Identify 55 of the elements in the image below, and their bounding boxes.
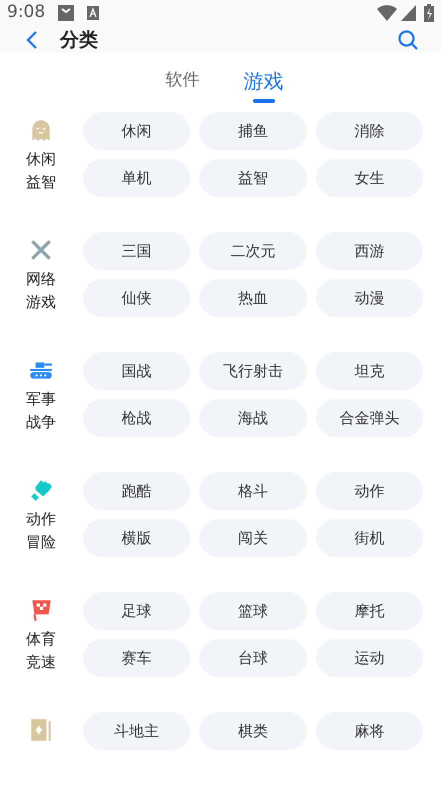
tag-chip[interactable]: 动作 xyxy=(316,472,423,510)
category-name: 战争 xyxy=(26,412,56,433)
tag-chip[interactable]: 单机 xyxy=(83,159,190,197)
tag-chip[interactable]: 横版 xyxy=(83,519,190,557)
tag-chip[interactable]: 摩托 xyxy=(316,592,423,630)
tag-chip[interactable]: 益智 xyxy=(199,159,307,197)
category-name: 体育 xyxy=(26,629,56,650)
tag-chip[interactable]: 三国 xyxy=(83,232,190,270)
tag-chip[interactable]: 西游 xyxy=(316,232,423,270)
tag-chip[interactable]: 街机 xyxy=(316,519,423,557)
tag-chip[interactable]: 运动 xyxy=(316,639,423,677)
tag-chip[interactable]: 台球 xyxy=(199,639,307,677)
tag-chip[interactable]: 足球 xyxy=(83,592,190,630)
tag-chip[interactable]: 热血 xyxy=(199,279,307,317)
tag-chip[interactable]: 篮球 xyxy=(199,592,307,630)
tag-chip[interactable]: 合金弹头 xyxy=(316,399,423,437)
tag-chip[interactable]: 麻将 xyxy=(316,712,423,750)
tag-chip[interactable]: 赛车 xyxy=(83,639,190,677)
inbox-icon xyxy=(57,4,76,22)
category-name: 网络 xyxy=(26,269,56,290)
tag-chip[interactable]: 飞行射击 xyxy=(199,352,307,390)
category-name: 游戏 xyxy=(26,292,56,313)
tag-chip[interactable]: 斗地主 xyxy=(83,712,190,750)
keyboard-icon xyxy=(87,6,100,20)
tag-chip[interactable]: 格斗 xyxy=(199,472,307,510)
wifi-icon xyxy=(377,4,397,21)
category-name: 动作 xyxy=(26,509,56,530)
tag-chip[interactable]: 国战 xyxy=(83,352,190,390)
tag-chip[interactable]: 闯关 xyxy=(199,519,307,557)
tag-chip[interactable]: 海战 xyxy=(199,399,307,437)
category-name: 军事 xyxy=(26,389,56,410)
tag-chip[interactable]: 女生 xyxy=(316,159,423,197)
status-time: 9:08 xyxy=(7,1,46,24)
tag-chip[interactable]: 跑酷 xyxy=(83,472,190,510)
tag-chip[interactable]: 枪战 xyxy=(83,399,190,437)
search-icon xyxy=(397,28,419,51)
tag-chip[interactable]: 动漫 xyxy=(316,279,423,317)
tag-chip[interactable]: 坦克 xyxy=(316,352,423,390)
category-name: 休闲 xyxy=(26,149,56,170)
page-title: 分类 xyxy=(60,28,98,52)
tab-indicator xyxy=(252,99,274,103)
tag-chip[interactable]: 仙侠 xyxy=(83,279,190,317)
category-name: 益智 xyxy=(26,172,56,193)
tag-chip[interactable]: 棋类 xyxy=(199,712,307,750)
tag-chip[interactable]: 休闲 xyxy=(83,112,190,150)
signal-icon xyxy=(401,4,416,21)
tag-chip[interactable]: 消除 xyxy=(316,112,423,150)
tab[interactable]: 软件 xyxy=(166,66,200,94)
back-icon xyxy=(26,30,38,50)
tab[interactable]: 游戏 xyxy=(244,66,284,96)
category-name: 冒险 xyxy=(26,532,56,553)
battery-charging-icon xyxy=(424,4,434,22)
tag-chip[interactable]: 二次元 xyxy=(199,232,307,270)
tag-chip[interactable]: 捕鱼 xyxy=(199,112,307,150)
category-name: 竞速 xyxy=(26,652,56,673)
